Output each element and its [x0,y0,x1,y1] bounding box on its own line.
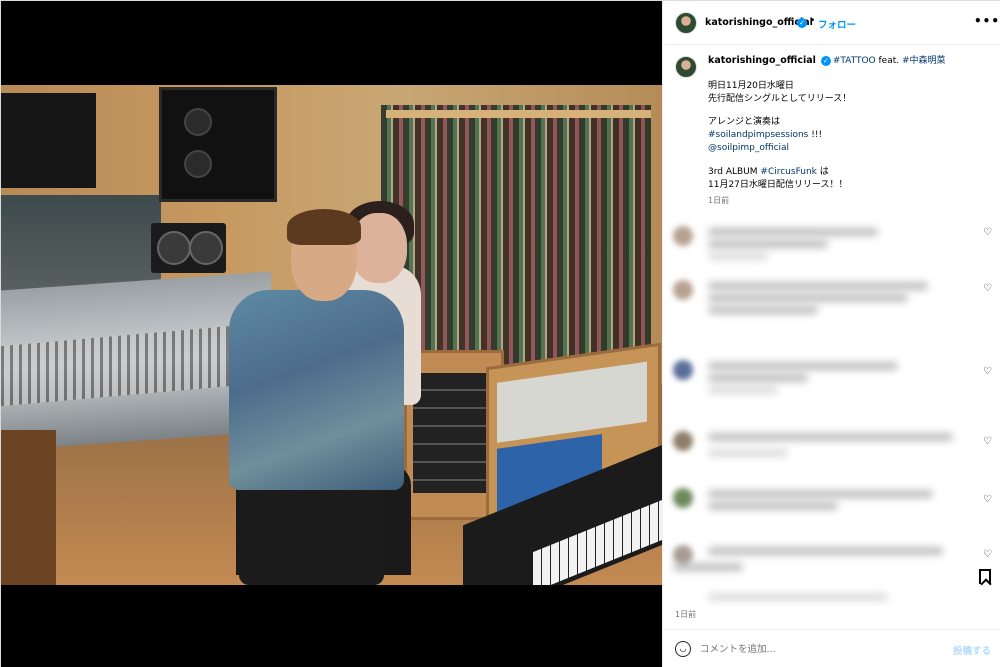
caption-album-suffix: は [816,167,829,177]
post-modal: katorishingo_official ✓ • フォロー ••• kator… [0,0,1000,667]
post-header: katorishingo_official ✓ • フォロー ••• [663,1,1000,45]
comment-meta-blurred [708,593,888,601]
comment-text-blurred [708,374,808,382]
caption-timestamp: 1日前 [708,196,730,205]
caption-feat: feat. [875,56,902,66]
caption-line-2: 先行配信シングルとしてリリース！ [708,94,852,104]
hashtag-tattoo[interactable]: #TATTOO [833,56,876,66]
comment-text-blurred [708,240,828,248]
caption-username[interactable]: katorishingo_official [708,55,816,66]
hashtag-nakamori[interactable]: #中森明菜 [902,56,946,66]
heart-icon[interactable]: ♡ [983,549,992,560]
person-man-hair [287,209,361,245]
comment-text-blurred [708,502,838,510]
comment-meta-blurred [708,386,778,394]
post-photo[interactable] [1,85,662,585]
list-item [673,543,973,601]
comment-list: ♡ ♡ ♡ ♡ ♡ ♡ [663,216,1000,608]
comment-text-blurred [708,433,953,441]
caption-header-line: katorishingo_official ✓ #TATTOO feat. #中森… [708,55,946,67]
list-item [673,224,973,264]
caption-line-3: アレンジと演奏は [708,117,781,127]
comment-text-blurred [708,228,878,236]
separator-dot: • [810,16,816,26]
heart-icon[interactable]: ♡ [983,227,992,238]
mention-soilpimp[interactable]: @soilpimp_official [708,143,789,153]
avatar [673,431,693,451]
list-item [673,486,973,526]
list-item [673,278,973,318]
caption-line-tag3: #soilandpimpsessions !!! [708,129,822,141]
comment-text-blurred [708,282,928,290]
caption-exclaim: !!! [808,130,823,140]
post-sidebar: katorishingo_official ✓ • フォロー ••• kator… [662,1,1000,667]
caption-avatar[interactable] [675,56,697,78]
person-man-legs [239,475,384,585]
comment-meta-blurred [708,252,768,260]
avatar [673,488,693,508]
verified-icon: ✓ [797,18,807,28]
person-man-shirt [229,290,404,490]
hanging-cables [381,105,651,365]
heart-icon[interactable]: ♡ [983,494,992,505]
wooden-desk [1,430,56,585]
post-caption: katorishingo_official ✓ #TATTOO feat. #中森… [663,45,1000,210]
avatar[interactable] [675,12,697,34]
avatar [673,545,693,565]
caption-line-4: 3rd ALBUM #CircusFunk は [708,166,829,178]
caption-line-5: 11月27日水曜日配信リリース！！ [708,180,848,190]
hashtag-soilandpimp[interactable]: #soilandpimpsessions [708,130,808,140]
post-timestamp: 1日前 [675,610,697,619]
comment-input[interactable] [700,639,940,659]
studio-monitor-speaker [159,87,277,202]
post-media [1,1,662,667]
heart-icon[interactable]: ♡ [983,436,992,447]
comment-text-blurred [708,294,908,302]
follow-button[interactable]: フォロー [818,17,856,31]
caption-line-1: 明日11月20日水曜日 [708,81,794,91]
hashtag-circusfunk[interactable]: #CircusFunk [760,167,816,177]
comment-text-blurred [673,563,743,571]
comment-text-blurred [708,362,898,370]
more-icon[interactable]: ••• [974,14,1000,28]
emoji-icon[interactable]: ◡ [675,641,691,657]
heart-icon[interactable]: ♡ [983,283,992,294]
comment-meta-blurred [708,449,788,457]
comment-text-blurred [708,547,943,555]
caption-line-mention: @soilpimp_official [708,142,789,154]
studio-tv [1,93,96,188]
desk-speaker [151,223,226,273]
avatar [673,360,693,380]
avatar [673,226,693,246]
comment-text-blurred [708,490,933,498]
avatar [673,280,693,300]
comment-bar: ◡ 投稿する [663,629,1000,667]
list-item [673,358,973,398]
heart-icon[interactable]: ♡ [983,366,992,377]
caption-album-prefix: 3rd ALBUM [708,167,761,177]
list-item [673,429,973,469]
post-comment-button[interactable]: 投稿する [953,643,991,657]
cable-rack-bar [386,110,651,118]
comment-text-blurred [708,306,818,314]
bookmark-icon[interactable] [979,569,991,584]
verified-icon: ✓ [820,56,831,66]
